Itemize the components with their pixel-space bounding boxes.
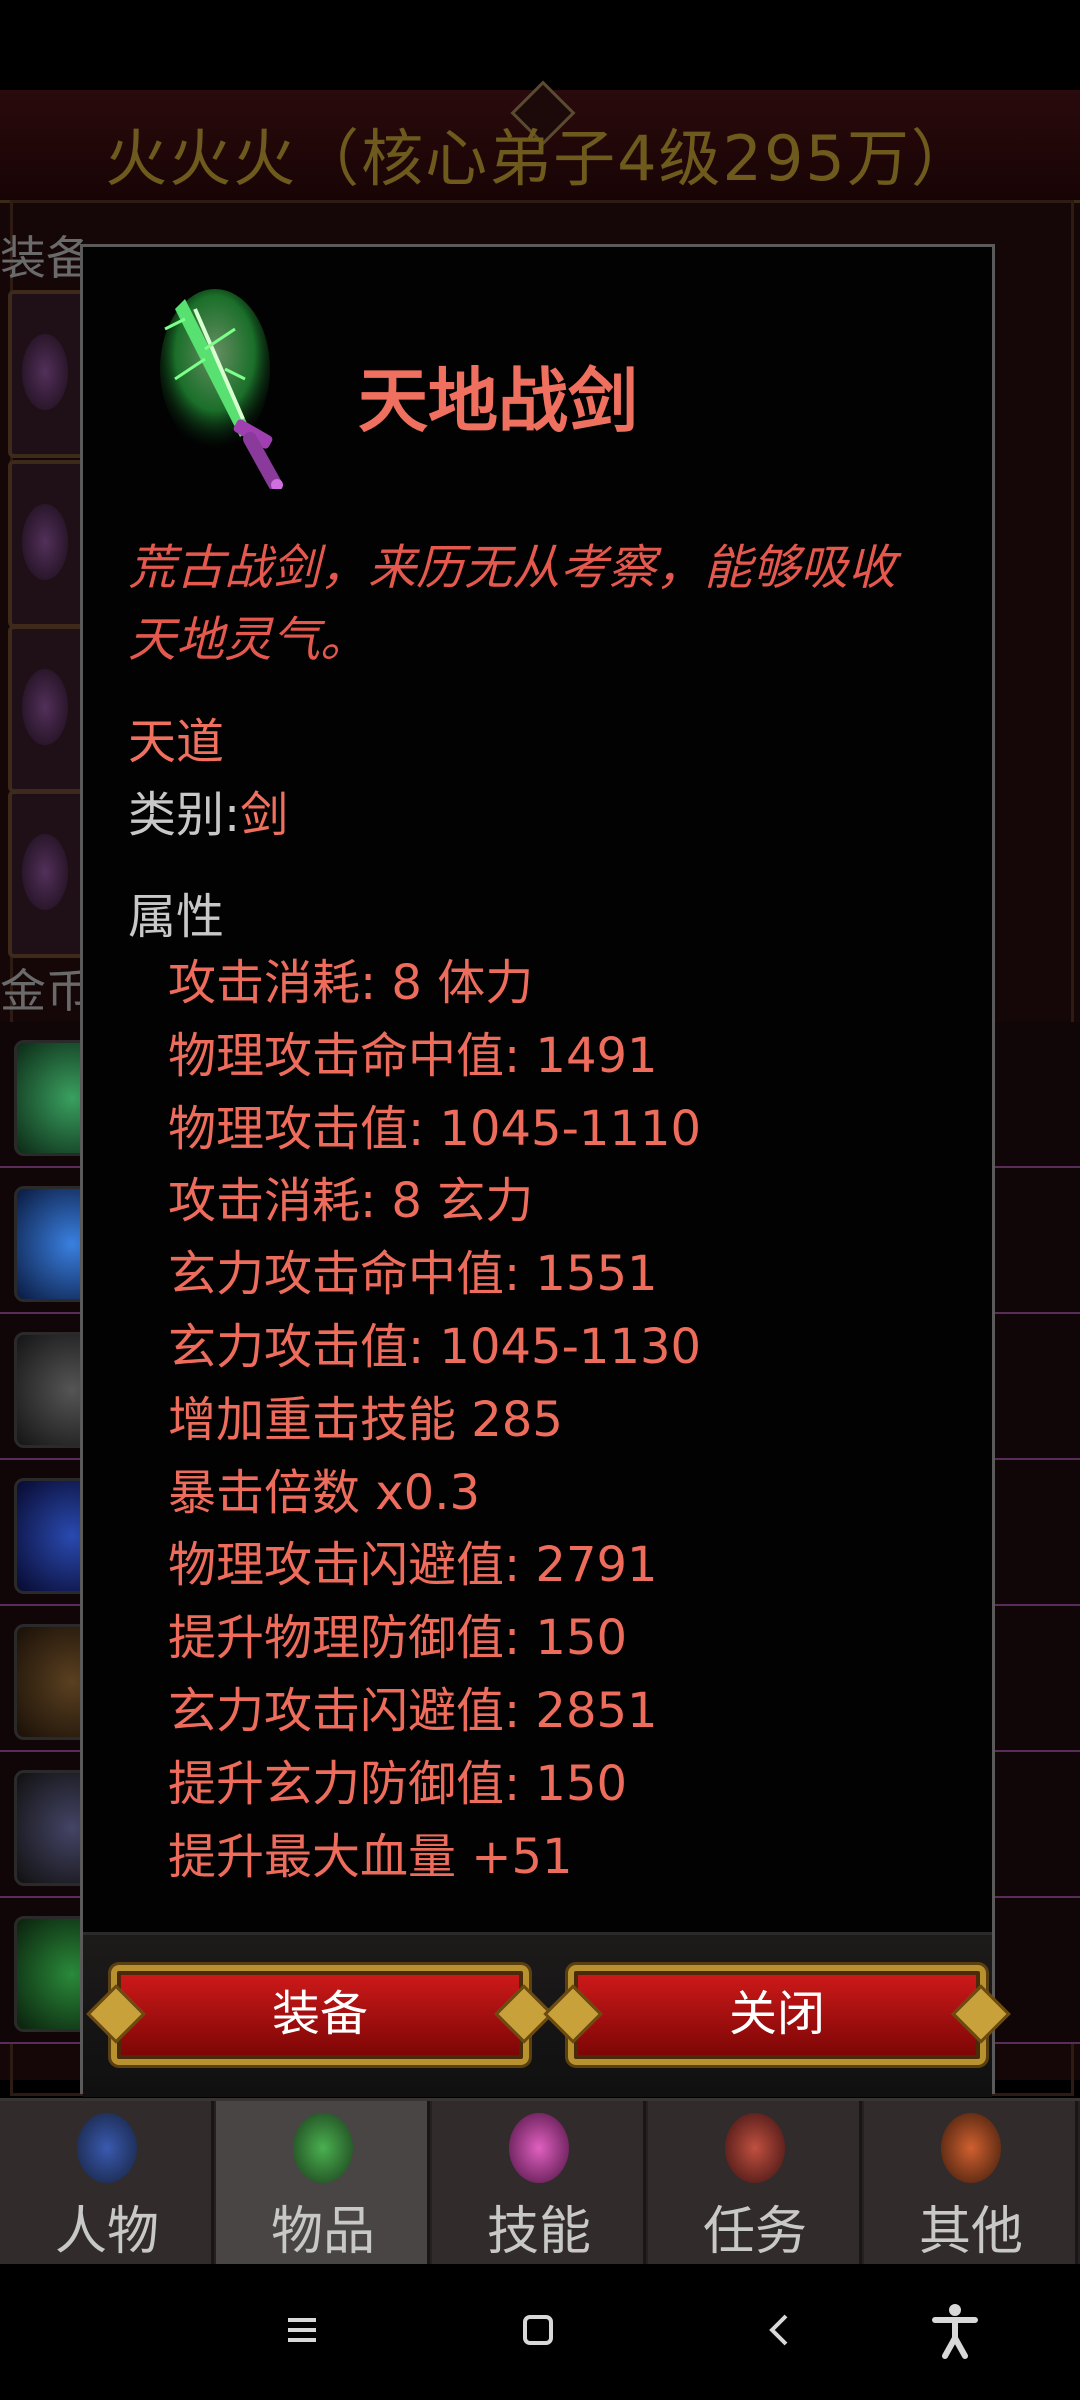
tab-skills[interactable]: 技能 <box>432 2101 646 2267</box>
equipment-icon <box>22 504 68 580</box>
equipment-slot[interactable] <box>8 625 86 793</box>
equipment-icon <box>22 334 68 410</box>
tab-other[interactable]: 其他 <box>864 2101 1078 2267</box>
other-icon <box>941 2113 1001 2183</box>
equipment-slot[interactable] <box>8 290 86 458</box>
system-nav-bar <box>0 2264 1080 2400</box>
tab-label: 人物 <box>54 2202 159 2262</box>
attribute-item: 玄力攻击闪避值: 2851 <box>168 1682 658 1739</box>
tab-label: 其他 <box>918 2202 1023 2262</box>
attribute-item: 提升物理防御值: 150 <box>168 1610 628 1667</box>
equipment-icon <box>22 834 68 910</box>
bottom-tab-bar: 人物 物品 技能 任务 其他 <box>0 2098 1080 2267</box>
dialog-button-bar: 装备 关闭 <box>83 1932 1011 2097</box>
attribute-item: 物理攻击闪避值: 2791 <box>168 1537 658 1594</box>
attribute-item: 暴击倍数 x0.3 <box>168 1464 481 1521</box>
close-button-label: 关闭 <box>728 1986 825 2042</box>
status-bar <box>0 0 1080 90</box>
equipment-section-label: 装备 <box>0 231 92 285</box>
attribute-item: 攻击消耗: 8 玄力 <box>168 1173 534 1230</box>
character-title: 火火火（核心弟子4级295万） <box>105 122 975 195</box>
skill-orb-icon <box>509 2113 569 2183</box>
item-description: 荒古战剑，来历无从考察，能够吸收天地灵气。 <box>128 540 897 668</box>
item-category: 类别:剑 <box>128 775 288 845</box>
item-name: 天地战剑 <box>358 360 638 442</box>
attribute-item: 提升最大血量 +51 <box>168 1828 573 1885</box>
equipment-slot[interactable] <box>8 790 86 958</box>
close-button[interactable]: 关闭 <box>543 1965 1011 2065</box>
attribute-item: 增加重击技能 285 <box>168 1391 563 1448</box>
item-detail-dialog: 天地战剑 荒古战剑，来历无从考察，能够吸收天地灵气。 天道 类别:剑 属性 攻击… <box>80 244 1011 2097</box>
tab-character[interactable]: 人物 <box>0 2101 214 2267</box>
attributes-header: 属性 <box>128 889 225 945</box>
menu-icon[interactable] <box>272 2300 332 2360</box>
item-grade: 天道 <box>128 714 225 770</box>
equip-button[interactable]: 装备 <box>86 1965 554 2065</box>
button-ornament <box>543 1984 603 2044</box>
attribute-item: 玄力攻击命中值: 1551 <box>168 1246 658 1303</box>
equipment-slot[interactable] <box>8 460 86 628</box>
category-value: 剑 <box>240 787 289 843</box>
equipment-icon <box>22 669 68 745</box>
tab-label: 任务 <box>702 2202 807 2262</box>
attribute-list: 攻击消耗: 8 体力 物理攻击命中值: 1491 物理攻击值: 1045-111… <box>168 947 701 1893</box>
button-ornament <box>86 1984 146 2044</box>
tab-quests[interactable]: 任务 <box>648 2101 862 2267</box>
tab-label: 物品 <box>270 2202 375 2262</box>
tab-items[interactable]: 物品 <box>216 2101 430 2267</box>
accessibility-icon[interactable] <box>925 2300 985 2360</box>
home-icon[interactable] <box>508 2300 568 2360</box>
back-icon[interactable] <box>750 2300 810 2360</box>
attribute-item: 物理攻击值: 1045-1110 <box>168 1100 702 1157</box>
tab-label: 技能 <box>486 2202 591 2262</box>
attribute-item: 提升玄力防御值: 150 <box>168 1755 628 1812</box>
attribute-item: 玄力攻击值: 1045-1130 <box>168 1318 702 1375</box>
category-label: 类别: <box>128 787 241 843</box>
attribute-item: 物理攻击命中值: 1491 <box>168 1027 658 1084</box>
potion-icon <box>293 2113 353 2183</box>
character-icon <box>77 2113 137 2183</box>
equip-button-label: 装备 <box>271 1986 368 2042</box>
green-sword-icon <box>145 289 310 491</box>
quest-icon <box>725 2113 785 2183</box>
attribute-item: 攻击消耗: 8 体力 <box>168 955 534 1011</box>
